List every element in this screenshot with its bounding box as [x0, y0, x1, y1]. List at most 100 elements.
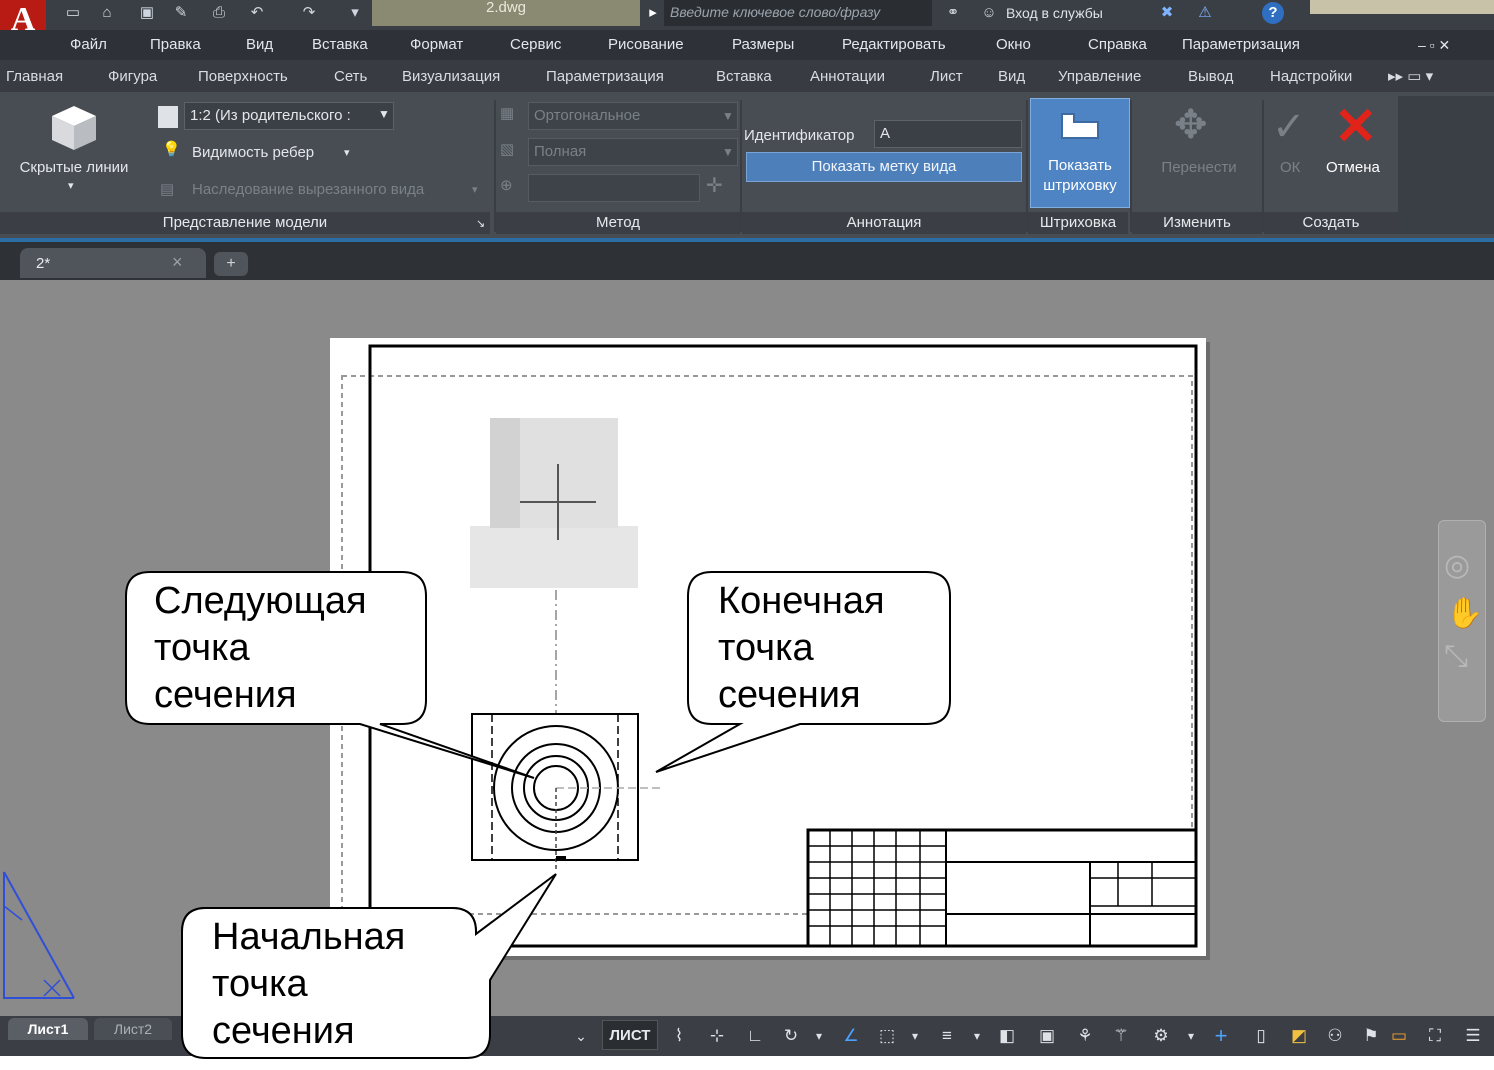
new-tab-button[interactable]: +	[214, 252, 248, 276]
help-icon[interactable]: ?	[1262, 2, 1284, 24]
selection-cycling-icon[interactable]: ▣	[1032, 1022, 1062, 1050]
tab-home[interactable]: Главная	[6, 66, 63, 88]
customize-menu-icon[interactable]: ☰	[1458, 1022, 1488, 1050]
zoom-extents-icon[interactable]: ⤡	[1444, 640, 1468, 674]
identifier-input[interactable]	[874, 120, 1022, 148]
snap-icon[interactable]: ⌇	[664, 1022, 694, 1050]
polar-icon[interactable]: ↻	[776, 1022, 806, 1050]
menu-window[interactable]: Окно	[996, 34, 1031, 56]
show-view-label-button[interactable]: Показать метку вида	[746, 152, 1022, 182]
workspace-gear-icon[interactable]: ⚙	[1146, 1022, 1176, 1050]
ortho-icon[interactable]: ∟	[740, 1022, 770, 1050]
tab-render[interactable]: Визуализация	[402, 66, 500, 88]
paper-space-toggle[interactable]: ЛИСТ	[602, 1020, 658, 1050]
hidden-lines-button[interactable]: Скрытые линии	[6, 158, 142, 178]
section-type-dropdown-icon[interactable]: ▼	[722, 142, 734, 162]
crosshair-icon[interactable]: +	[1206, 1022, 1236, 1050]
infer-icon[interactable]: ⊹	[702, 1022, 732, 1050]
doc-window-controls[interactable]: – ▫ ✕	[1418, 34, 1450, 56]
print-icon[interactable]: ⎙	[206, 2, 232, 24]
menu-parametric[interactable]: Параметризация	[1182, 34, 1300, 56]
annotation-monitor-icon[interactable]: ⚑	[1356, 1022, 1386, 1050]
ok-button[interactable]: ОК	[1280, 158, 1300, 178]
menu-view[interactable]: Вид	[246, 34, 273, 56]
move-button[interactable]: Перенести	[1144, 158, 1254, 178]
projection-dropdown-icon[interactable]: ▼	[722, 106, 734, 126]
pan-icon[interactable]: ✋	[1446, 596, 1483, 631]
layout-tab-1[interactable]: Лист1	[8, 1018, 88, 1040]
tab-output[interactable]: Вывод	[1188, 66, 1233, 88]
tab-insert[interactable]: Вставка	[716, 66, 772, 88]
close-tab-icon[interactable]: ×	[172, 252, 183, 272]
osnap-icon[interactable]: ∠	[836, 1022, 866, 1050]
tab-addins[interactable]: Надстройки	[1270, 66, 1352, 88]
collapse-icon[interactable]: ⌄	[566, 1022, 596, 1050]
user-icon[interactable]: ☺	[976, 2, 1002, 24]
clean-screen-icon[interactable]: ⛶	[1420, 1022, 1450, 1050]
hidden-lines-dropdown-icon[interactable]: ▾	[68, 176, 74, 196]
tab-surface[interactable]: Поверхность	[198, 66, 288, 88]
qat-dropdown-icon[interactable]: ▾	[342, 2, 368, 24]
undo-icon[interactable]: ↶	[244, 2, 270, 24]
menu-modify[interactable]: Редактировать	[842, 34, 946, 56]
top-view[interactable]	[471, 713, 639, 861]
scale-dropdown-icon[interactable]: ▼	[378, 104, 390, 124]
redo-icon[interactable]: ↷	[296, 2, 322, 24]
workspace-dropdown-icon[interactable]: ▾	[1176, 1022, 1206, 1050]
tab-annotate[interactable]: Аннотации	[810, 66, 885, 88]
exchange-icon[interactable]: ✖	[1154, 2, 1180, 24]
cancel-button[interactable]: Отмена	[1326, 158, 1380, 178]
inherit-cut-dropdown-icon[interactable]: ▾	[472, 180, 478, 200]
window-controls[interactable]	[1310, 0, 1494, 14]
more-tabs-icon[interactable]: ▸▸ ▭ ▾	[1388, 66, 1433, 88]
tab-manage[interactable]: Управление	[1058, 66, 1141, 88]
transparency-icon[interactable]: ◧	[992, 1022, 1022, 1050]
checkmark-icon[interactable]: ✓	[1272, 102, 1306, 152]
object-snap-icon[interactable]: ⬚	[872, 1022, 902, 1050]
menu-draw[interactable]: Рисование	[608, 34, 684, 56]
menu-help[interactable]: Справка	[1088, 34, 1147, 56]
polar-dropdown-icon[interactable]: ▾	[804, 1022, 834, 1050]
new-file-icon[interactable]: ▭	[60, 2, 86, 24]
cancel-icon[interactable]: ✕	[1334, 100, 1378, 154]
tab-solid[interactable]: Фигура	[108, 66, 157, 88]
menu-dimension[interactable]: Размеры	[732, 34, 794, 56]
parent-view[interactable]	[470, 418, 638, 588]
binoculars-icon[interactable]: ⚭	[940, 2, 966, 24]
search-input[interactable]: Введите ключевое слово/фразу	[664, 0, 932, 26]
lineweight-dropdown-icon[interactable]: ▾	[962, 1022, 992, 1050]
save-icon[interactable]: ▣	[134, 2, 160, 24]
inherit-cut-button[interactable]: Наследование вырезанного вида	[192, 180, 424, 200]
menu-file[interactable]: Файл	[70, 34, 107, 56]
chevron-right-icon[interactable]: ▸	[640, 2, 666, 24]
panel-launcher-icon[interactable]: ↘	[476, 214, 485, 234]
autodesk-app-icon[interactable]: ⚠	[1192, 2, 1218, 24]
depth-input[interactable]	[528, 174, 700, 202]
steering-wheel-icon[interactable]: ◎	[1444, 548, 1470, 583]
tab-view[interactable]: Вид	[998, 66, 1025, 88]
menu-format[interactable]: Формат	[410, 34, 463, 56]
menu-insert[interactable]: Вставка	[312, 34, 368, 56]
edge-visibility-button[interactable]: Видимость ребер	[192, 143, 314, 163]
object-snap-dropdown-icon[interactable]: ▾	[900, 1022, 930, 1050]
layout-tab-2[interactable]: Лист2	[94, 1018, 172, 1040]
menu-edit[interactable]: Правка	[150, 34, 201, 56]
open-file-icon[interactable]: ⌂	[94, 2, 120, 24]
edge-visibility-dropdown-icon[interactable]: ▾	[344, 143, 350, 163]
tab-mesh[interactable]: Сеть	[334, 66, 367, 88]
pick-point-icon[interactable]: ✛	[706, 176, 723, 196]
folder-icon[interactable]: ▭	[1384, 1022, 1414, 1050]
annotation-visibility-icon[interactable]: ⚘	[1070, 1022, 1100, 1050]
hardware-acceleration-icon[interactable]: ⚇	[1320, 1022, 1350, 1050]
tab-parametric[interactable]: Параметризация	[546, 66, 664, 88]
save-as-icon[interactable]: ✎	[168, 2, 194, 24]
properties-icon[interactable]: ▯	[1246, 1022, 1276, 1050]
annotation-scale-icon[interactable]: ⚚	[1106, 1022, 1136, 1050]
lineweight-icon[interactable]: ≡	[932, 1022, 962, 1050]
menu-tools[interactable]: Сервис	[510, 34, 561, 56]
sign-in-button[interactable]: Вход в службы	[1006, 2, 1103, 24]
isolate-icon[interactable]: ◩	[1284, 1022, 1314, 1050]
move-icon[interactable]: ✥	[1174, 100, 1208, 150]
tab-layout[interactable]: Лист	[930, 66, 963, 88]
cube-icon[interactable]	[44, 100, 104, 156]
